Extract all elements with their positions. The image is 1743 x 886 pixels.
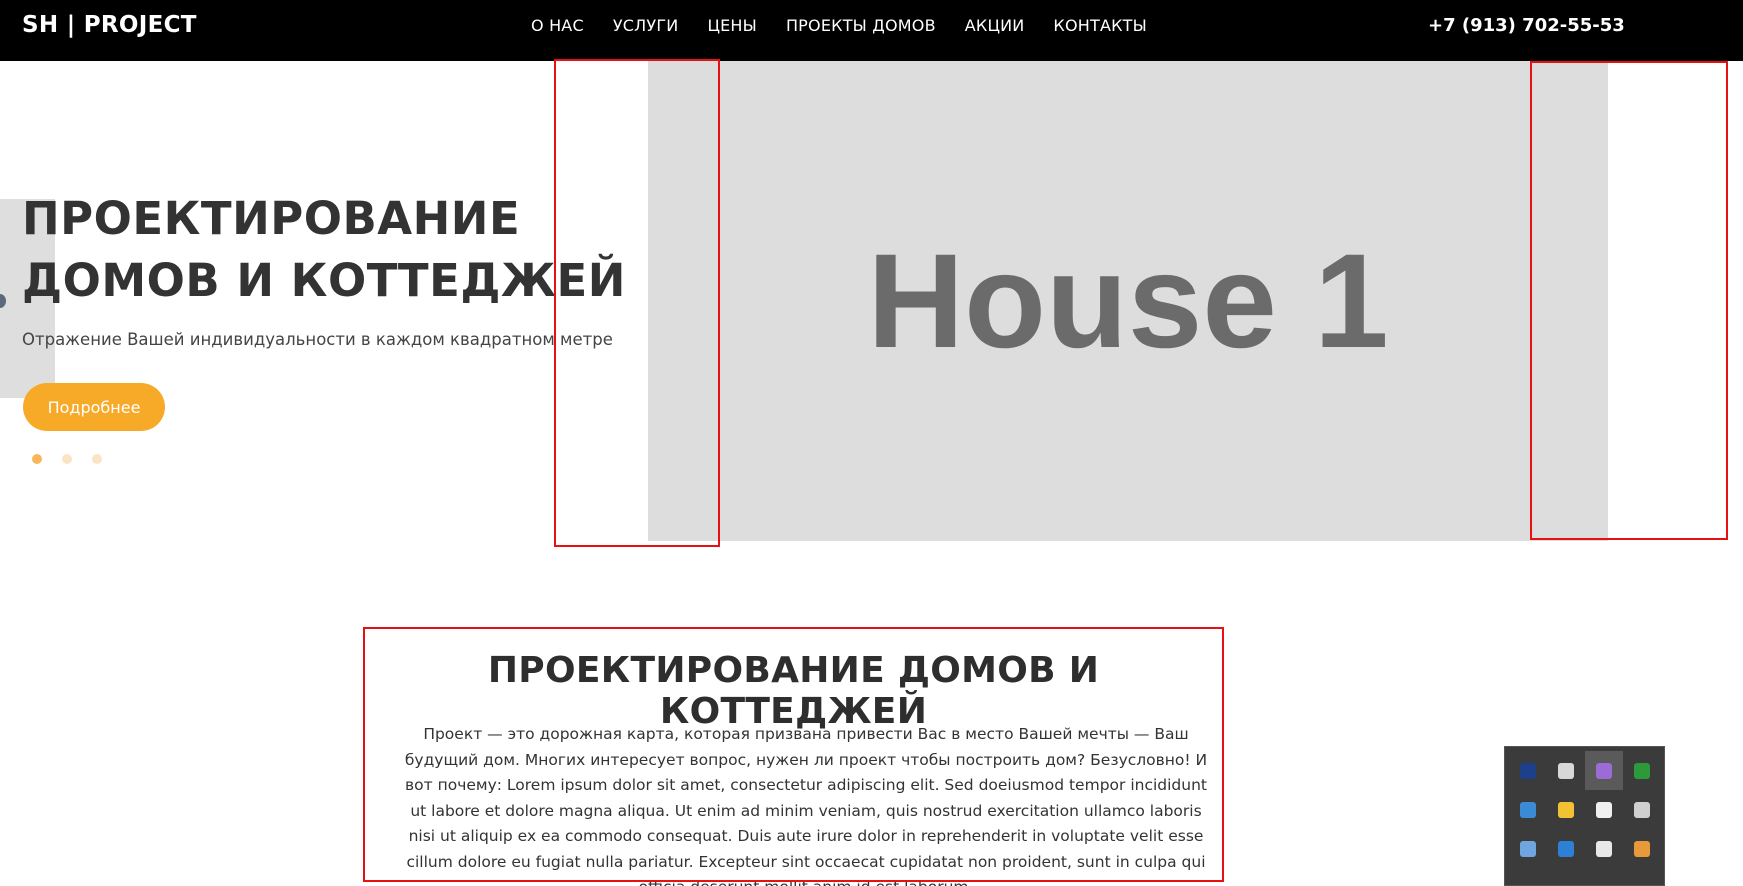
annotation-box-right — [1530, 61, 1728, 540]
tray-item[interactable] — [1585, 790, 1623, 829]
tray-item[interactable] — [1623, 751, 1661, 790]
tray-item[interactable] — [1623, 829, 1661, 868]
monitor-icon — [1634, 762, 1650, 779]
phone-number[interactable]: +7 (913) 702-55-53 — [1428, 15, 1625, 36]
slider-dot-1[interactable] — [32, 454, 42, 464]
usb-icon — [1520, 840, 1536, 857]
site-logo[interactable]: SH | PROJECT — [22, 12, 197, 38]
hero-slide-image: House 1 — [648, 61, 1608, 541]
annotation-box-about — [363, 627, 1224, 882]
nav-item-house-projects[interactable]: ПРОЕКТЫ ДОМОВ — [786, 16, 936, 35]
hero-subtitle: Отражение Вашей индивидуальности в каждо… — [22, 330, 613, 349]
nav-item-prices[interactable]: ЦЕНЫ — [707, 16, 756, 35]
slider-dots — [32, 454, 102, 464]
network-icon — [1634, 801, 1650, 818]
main-nav: О НАС УСЛУГИ ЦЕНЫ ПРОЕКТЫ ДОМОВ АКЦИИ КО… — [531, 16, 1147, 35]
hero-image-label: House 1 — [867, 226, 1389, 376]
feather-icon — [1596, 762, 1612, 779]
hero-title-line1: ПРОЕКТИРОВАНИЕ — [22, 192, 521, 245]
emoji-icon — [1558, 801, 1574, 818]
nav-item-services[interactable]: УСЛУГИ — [613, 16, 679, 35]
chat-icon — [1558, 840, 1574, 857]
nav-item-about[interactable]: О НАС — [531, 16, 584, 35]
tray-item[interactable] — [1509, 790, 1547, 829]
more-button[interactable]: Подробнее — [23, 383, 165, 431]
speaker-icon — [1596, 840, 1612, 857]
site-header: SH | PROJECT О НАС УСЛУГИ ЦЕНЫ ПРОЕКТЫ Д… — [0, 0, 1743, 61]
tray-overflow-popup — [1504, 746, 1665, 886]
tray-item[interactable] — [1509, 751, 1547, 790]
tray-icon-grid — [1509, 751, 1661, 868]
slider-dot-2[interactable] — [62, 454, 72, 464]
shield-warning-icon — [1596, 801, 1612, 818]
slider-dot-3[interactable] — [92, 454, 102, 464]
satellite-icon — [1558, 762, 1574, 779]
hero-title: ПРОЕКТИРОВАНИЕ ДОМОВ И КОТТЕДЖЕЙ — [22, 188, 626, 312]
tray-item[interactable] — [1509, 829, 1547, 868]
nav-item-contacts[interactable]: КОНТАКТЫ — [1053, 16, 1147, 35]
tray-item[interactable] — [1547, 790, 1585, 829]
nav-item-promotions[interactable]: АКЦИИ — [965, 16, 1025, 35]
tray-item[interactable] — [1585, 751, 1623, 790]
annotation-box-left — [554, 59, 720, 547]
browser-icon — [1634, 840, 1650, 857]
tray-item[interactable] — [1585, 829, 1623, 868]
tray-item[interactable] — [1547, 829, 1585, 868]
lock-app-icon — [1520, 762, 1536, 779]
tray-item[interactable] — [1547, 751, 1585, 790]
tray-item[interactable] — [1623, 790, 1661, 829]
hero-title-line2: ДОМОВ И КОТТЕДЖЕЙ — [22, 254, 626, 307]
globe-icon — [1520, 801, 1536, 818]
